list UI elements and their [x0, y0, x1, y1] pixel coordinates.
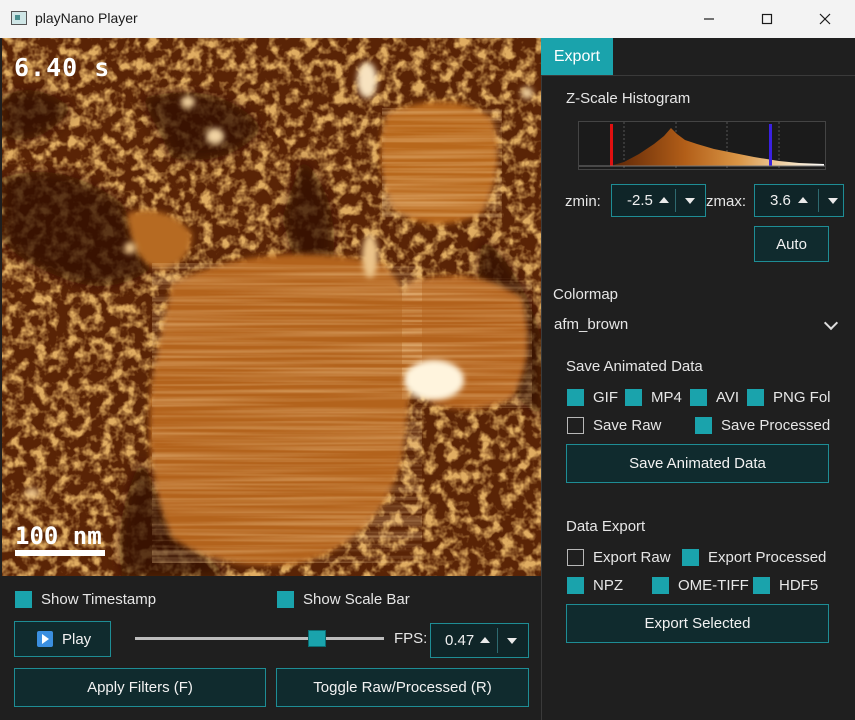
colormap-value: afm_brown [554, 316, 629, 333]
auto-button[interactable]: Auto [754, 226, 829, 262]
app-icon [11, 11, 27, 25]
zmax-spinbox[interactable]: 3.6 [754, 184, 844, 217]
maximize-button[interactable] [738, 0, 796, 38]
show-scale-bar-checkbox[interactable] [277, 591, 294, 608]
png-folder-label: PNG Folder [773, 389, 831, 406]
save-section-label: Save Animated Data [566, 358, 703, 375]
tab-export[interactable]: Export [541, 38, 613, 75]
zmin-value: -2.5 [627, 192, 653, 209]
avi-checkbox[interactable] [690, 389, 707, 406]
show-timestamp-label: Show Timestamp [41, 591, 157, 608]
zmin-spinbox[interactable]: -2.5 [611, 184, 706, 217]
play-label: Play [62, 630, 92, 648]
gif-checkbox[interactable] [567, 389, 584, 406]
save-raw-checkbox[interactable] [567, 417, 584, 434]
scale-bar-label: 100 nm [15, 522, 102, 550]
playback-slider[interactable] [135, 637, 384, 640]
colormap-select[interactable]: afm_brown [551, 312, 841, 338]
zmin-increment-icon[interactable] [659, 197, 669, 203]
play-icon [37, 631, 53, 647]
zmax-decrement-icon[interactable] [828, 198, 838, 204]
histogram-plot [579, 122, 825, 169]
save-processed-label: Save Processed [721, 417, 831, 434]
avi-label: AVI [716, 389, 740, 406]
zmin-marker [610, 124, 613, 166]
export-raw-label: Export Raw [593, 549, 671, 566]
zmin-decrement-icon[interactable] [685, 198, 695, 204]
fps-increment-icon[interactable] [480, 637, 490, 643]
zmax-marker [769, 124, 772, 166]
title-bar: playNano Player [0, 0, 855, 39]
npz-checkbox[interactable] [567, 577, 584, 594]
scale-bar [15, 550, 105, 556]
fps-label: FPS: [394, 630, 428, 647]
apply-filters-button[interactable]: Apply Filters (F) [14, 668, 266, 707]
minimize-button[interactable] [680, 0, 738, 38]
save-processed-checkbox[interactable] [695, 417, 712, 434]
maximize-icon [761, 13, 773, 25]
playback-slider-handle[interactable] [307, 630, 326, 647]
zmax-value: 3.6 [770, 192, 791, 209]
export-selected-button[interactable]: Export Selected [566, 604, 829, 643]
histogram-title: Z-Scale Histogram [566, 90, 691, 107]
export-processed-checkbox[interactable] [682, 549, 699, 566]
export-processed-label: Export Processed [708, 549, 827, 566]
save-raw-label: Save Raw [593, 417, 662, 434]
png-folder-checkbox[interactable] [747, 389, 764, 406]
npz-label: NPZ [593, 577, 623, 594]
toggle-raw-processed-button[interactable]: Toggle Raw/Processed (R) [276, 668, 529, 707]
show-timestamp-checkbox[interactable] [15, 591, 32, 608]
main-content: 6.40 s 100 nm Show Timestamp Show Scale … [0, 38, 855, 720]
fps-spinbox[interactable]: 0.47 [430, 623, 529, 658]
data-export-label: Data Export [566, 518, 646, 535]
z-scale-histogram[interactable] [578, 121, 826, 170]
afm-image-viewer[interactable]: 6.40 s 100 nm [2, 38, 541, 576]
export-raw-checkbox[interactable] [567, 549, 584, 566]
afm-height-image [2, 38, 541, 576]
side-panel: Export Z-Scale Histogram zmin: -2.5 zmax… [541, 38, 855, 720]
mp4-checkbox[interactable] [625, 389, 642, 406]
window-title: playNano Player [35, 10, 138, 26]
colormap-label: Colormap [553, 286, 619, 303]
zmin-label: zmin: [565, 193, 601, 210]
save-animated-data-button[interactable]: Save Animated Data [566, 444, 829, 483]
gif-label: GIF [593, 389, 618, 406]
hdf5-checkbox[interactable] [753, 577, 770, 594]
zmax-label: zmax: [706, 193, 747, 210]
chevron-down-icon [823, 315, 839, 331]
ome-tiff-checkbox[interactable] [652, 577, 669, 594]
play-button[interactable]: Play [14, 621, 111, 657]
timestamp-overlay: 6.40 s [14, 53, 111, 82]
fps-decrement-icon[interactable] [507, 638, 517, 644]
ome-tiff-label: OME-TIFF [678, 577, 749, 594]
close-icon [819, 13, 831, 25]
minimize-icon [704, 18, 714, 20]
zmax-increment-icon[interactable] [798, 197, 808, 203]
show-scale-bar-label: Show Scale Bar [303, 591, 410, 608]
mp4-label: MP4 [651, 389, 682, 406]
fps-value: 0.47 [445, 632, 475, 649]
hdf5-label: HDF5 [779, 577, 819, 594]
close-button[interactable] [796, 0, 854, 38]
